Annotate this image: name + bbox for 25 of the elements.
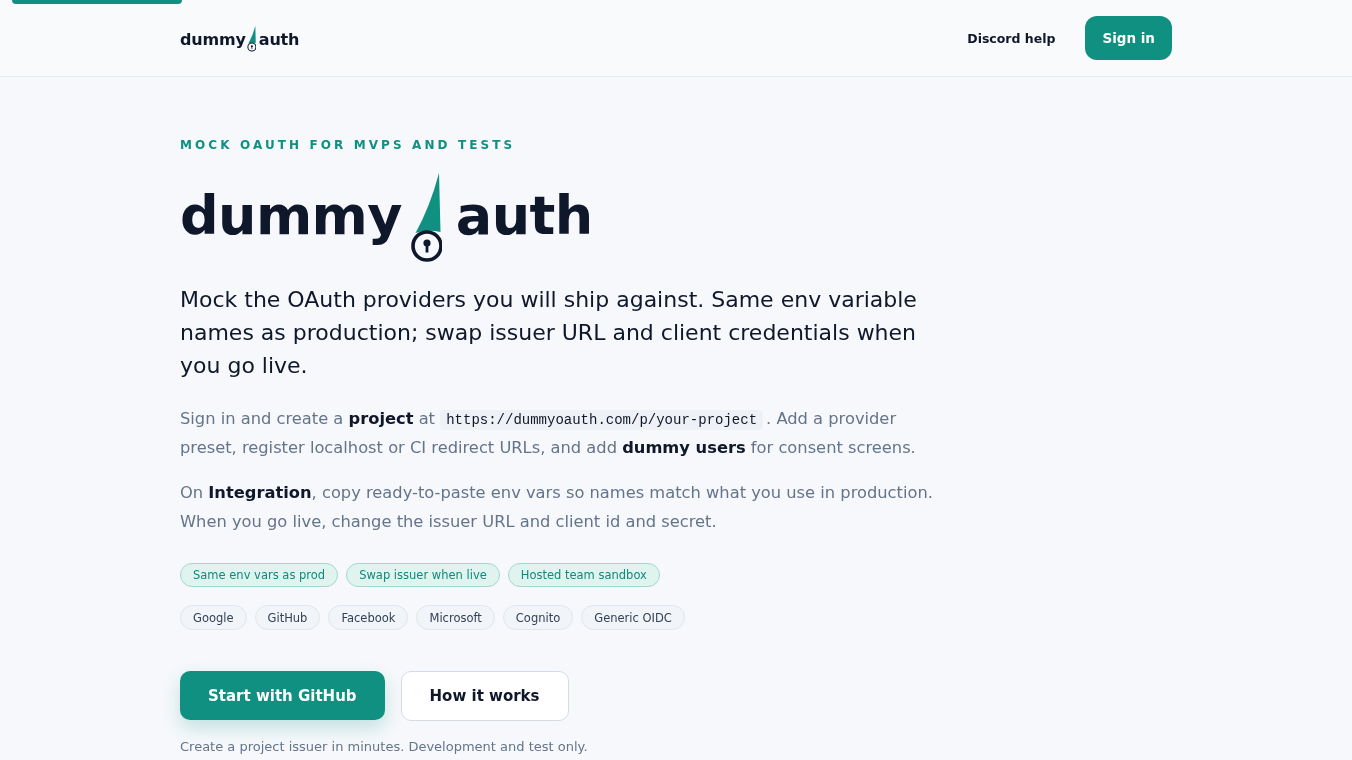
provider-chip: Facebook (328, 605, 409, 630)
provider-chip: GitHub (254, 605, 321, 630)
lock-spike-icon (409, 173, 442, 263)
headline-text: Mock the OAuth providers you will ship against. Same env variable names as production; swap issuer URL and client credentials when you go live. (180, 286, 918, 380)
eyebrow-label: MOCK OAUTH FOR MVPS AND TESTS (180, 137, 516, 153)
description-paragraph: Sign in and create a project at https://dummyoauth.com/p/your-project . Add a provider preset, register localhost or CI redirect URLs, and add dummy users for consent screens. (180, 408, 917, 459)
url-code: https://dummyoauth.com/p/your-project (440, 410, 764, 430)
provider-chip: Google (180, 605, 247, 630)
provider-chip: Cognito (502, 605, 574, 630)
feature-chip: Hosted team sandbox (507, 563, 660, 587)
provider-chip: Microsoft (416, 605, 495, 630)
provider-chip: Generic OIDC (581, 605, 685, 630)
sign-in-button[interactable]: Sign in (1085, 16, 1172, 60)
how-it-works-button[interactable]: How it works (400, 671, 569, 721)
home-link[interactable]: dummy auth (180, 24, 300, 52)
start-with-github-button[interactable]: Start with GitHub (180, 671, 385, 720)
partial-button[interactable] (12, 0, 182, 4)
feature-chip: Same env vars as prod (180, 563, 339, 587)
footnote-text: Create a project issuer in minutes. Development and test only. (180, 738, 589, 756)
description-paragraph: On Integration, copy ready-to-paste env vars so names match what you use in production. When you go live, change the issuer URL and client id and secret. (180, 482, 934, 533)
logo-word: dummy (180, 184, 402, 248)
discord-help-link[interactable]: Discord help (967, 30, 1056, 46)
logo-word: auth (455, 184, 593, 248)
feature-chip: Swap issuer when live (346, 563, 500, 587)
lock-spike-icon (246, 26, 256, 52)
